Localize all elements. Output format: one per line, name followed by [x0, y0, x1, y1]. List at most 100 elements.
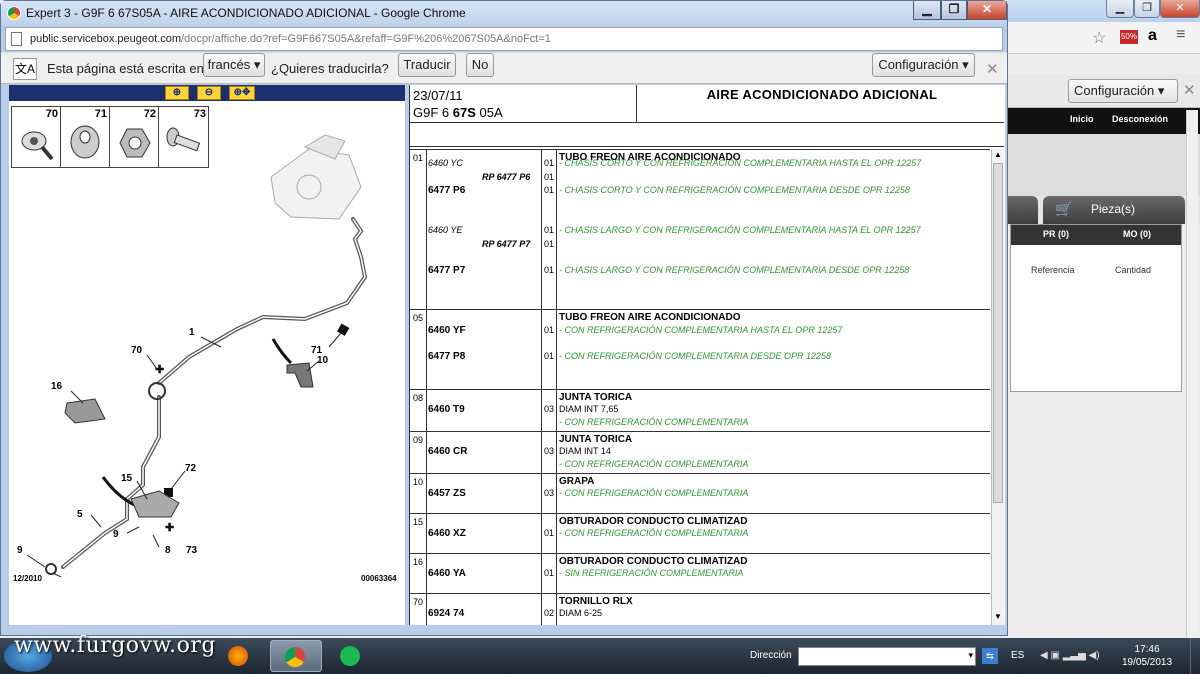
part-reference[interactable]: 6477 P6	[428, 185, 465, 196]
clock[interactable]: 17:46 19/05/2013	[1122, 643, 1172, 669]
clock-date: 19/05/2013	[1122, 657, 1173, 668]
part-reference[interactable]: 6457 ZS	[428, 488, 466, 499]
address-toolbar-input[interactable]: ▾	[798, 647, 976, 666]
pr-header[interactable]: PR (0)	[1043, 229, 1069, 239]
chrome-task[interactable]	[270, 640, 322, 672]
tab-piezas[interactable]: 🛒 Pieza(s)	[1043, 196, 1185, 224]
part-description: - CHASIS CORTO Y CON REFRIGERACIÓN COMPL…	[559, 158, 922, 168]
nav-desconexion-link[interactable]: Desconexión	[1112, 114, 1168, 124]
url-text[interactable]: public.servicebox.peugeot.com/docpr/affi…	[30, 33, 551, 45]
part-description: - SIN REFRIGERACIÓN COMPLEMENTARIA	[559, 568, 744, 578]
spotify-task[interactable]	[326, 640, 378, 672]
zoom-pan-icon[interactable]: ⊕✥	[229, 86, 255, 100]
nav-inicio-link[interactable]: Inicio	[1070, 114, 1094, 124]
address-toolbar-label: Dirección	[750, 650, 792, 661]
group-number: 09	[413, 435, 424, 445]
part-reference[interactable]: 6460 CR	[428, 446, 467, 457]
firefox-task[interactable]	[214, 640, 266, 672]
part-16-cap	[64, 398, 106, 424]
zoom-in-icon[interactable]: ⊕	[165, 86, 189, 100]
background-titlebar: ▁ ❐ ✕	[1008, 0, 1200, 22]
zoom-toolbar: ⊕ ⊖ ⊕✥	[9, 85, 405, 101]
go-icon[interactable]: ⇆	[982, 648, 998, 664]
exploded-diagram: ✚ ✚ 71 1 70 10 16 15 72 9 8 73 5 9	[17, 134, 368, 577]
part-reference[interactable]: 6477 P8	[428, 351, 465, 362]
language-indicator[interactable]: ES	[1011, 650, 1024, 661]
part-quantity: 02	[544, 608, 555, 618]
language-select[interactable]: francés ▾	[203, 53, 265, 77]
address-bar[interactable]: public.servicebox.peugeot.com/docpr/affi…	[5, 27, 1003, 51]
translate-button[interactable]: Traducir	[398, 53, 456, 77]
part-quantity: 01	[544, 568, 555, 578]
watermark-text: www.furgovw.org	[14, 633, 217, 658]
part-reference[interactable]: 6460 XZ	[428, 528, 466, 539]
popup-browser-window: Expert 3 - G9F 6 67S05A - AIRE ACONDICIO…	[0, 0, 1008, 636]
svg-text:✚: ✚	[165, 522, 174, 534]
part-quantity: 01	[544, 325, 555, 335]
bg-maximize-button[interactable]: ❐	[1134, 0, 1160, 18]
background-spacer	[1008, 134, 1200, 196]
callout-10: 10	[317, 355, 329, 366]
clip-71-marker	[337, 323, 350, 336]
part-group[interactable]: 15 OBTURADOR CONDUCTO CLIMATIZAD 6460 XZ 01…	[410, 513, 990, 554]
amazon-icon[interactable]: a	[1148, 27, 1157, 45]
callout-15: 15	[121, 473, 133, 484]
part-reference[interactable]: 6924 74	[428, 608, 464, 619]
group-number: 05	[413, 313, 424, 323]
scroll-up-icon[interactable]: ▲	[994, 150, 1002, 159]
part-group[interactable]: 16 OBTURADOR CONDUCTO CLIMATIZAD 6460 YA 01…	[410, 553, 990, 594]
part-group[interactable]: 05 TUBO FREON AIRE ACONDICIONADO 6460 YF 01…	[410, 309, 990, 390]
background-translate-bar: Configuración ▾ ✕	[1008, 74, 1200, 108]
part-reference[interactable]: 6460 YC	[428, 158, 463, 168]
bg-tab-left[interactable]	[1008, 196, 1038, 224]
bg-config-button[interactable]: Configuración ▾	[1068, 79, 1178, 103]
tab-piezas-label: Pieza(s)	[1091, 202, 1136, 216]
extension-50-icon[interactable]: 50%	[1120, 30, 1138, 44]
part-group[interactable]: 70 TORNILLO RLX 6924 74 02 DIAM 6-25	[410, 593, 990, 625]
menu-icon[interactable]: ≡	[1176, 26, 1185, 44]
part-reference[interactable]: 6477 P7	[428, 265, 465, 276]
part-reference[interactable]: 6460 YE	[428, 225, 462, 235]
bg-minimize-button[interactable]: ▁	[1106, 0, 1134, 18]
chrome-icon	[7, 6, 21, 20]
translate-bar: 文A Esta página está escrita en francés ▾…	[1, 52, 1007, 84]
part-description: - CON REFRIGERACIÓN COMPLEMENTARIA	[559, 417, 749, 427]
part-description: - CON REFRIGERACIÓN COMPLEMENTARIA	[559, 528, 749, 538]
background-scrollbar[interactable]	[1186, 110, 1198, 638]
part-group[interactable]: 09 JUNTA TORICA 6460 CR 03 DIAM INT 14 - CON …	[410, 431, 990, 474]
no-button[interactable]: No	[466, 53, 494, 77]
star-icon[interactable]: ☆	[1092, 28, 1106, 48]
scroll-down-icon[interactable]: ▼	[994, 612, 1002, 621]
catalogue-scrollbar[interactable]: ▲ ▼	[991, 149, 1004, 625]
close-button[interactable]: ✕	[967, 1, 1007, 20]
bg-close-button[interactable]: ✕	[1160, 0, 1200, 18]
show-desktop-button[interactable]	[1190, 638, 1200, 674]
bg-close-translate-icon[interactable]: ✕	[1183, 81, 1196, 99]
tray-icons[interactable]: ◀ ▣ ▂▃▅ ◀)	[1040, 650, 1100, 661]
maximize-button[interactable]: ❐	[941, 1, 967, 20]
zoom-out-icon[interactable]: ⊖	[197, 86, 221, 100]
parts-panel-header: PR (0) MO (0)	[1011, 225, 1181, 245]
diagram-date-code: 12/2010	[13, 574, 42, 583]
scroll-thumb[interactable]	[993, 163, 1003, 503]
part-group[interactable]: 01 TUBO FREON AIRE ACONDICIONADO 6460 YC 01…	[410, 149, 990, 310]
parts-table: 01 TUBO FREON AIRE ACONDICIONADO 6460 YC 01…	[410, 149, 990, 625]
catalogue-pane: 23/07/11 G9F 6 67S 05A AIRE ACONDICIONAD…	[409, 85, 1005, 625]
part-reference[interactable]: 6460 T9	[428, 404, 465, 415]
minimize-button[interactable]: ▁	[913, 1, 941, 20]
part-reference[interactable]: 6460 YF	[428, 325, 466, 336]
group-title: TUBO FREON AIRE ACONDICIONADO	[559, 312, 741, 323]
catalogue-date: 23/07/11	[413, 88, 463, 103]
part-description: DIAM INT 14	[559, 446, 611, 456]
background-nav-bar: Inicio Desconexión	[1008, 108, 1200, 134]
callout-72: 72	[185, 463, 197, 474]
part-group[interactable]: 08 JUNTA TORICA 6460 T9 03 DIAM INT 7,65 - CO…	[410, 389, 990, 432]
mo-header[interactable]: MO (0)	[1123, 229, 1151, 239]
part-reference[interactable]: RP 6477 P7	[482, 239, 530, 249]
translate-icon: 文A	[13, 58, 37, 80]
part-reference[interactable]: RP 6477 P6	[482, 172, 530, 182]
close-translate-icon[interactable]: ✕	[986, 60, 999, 78]
config-button[interactable]: Configuración ▾	[872, 53, 975, 77]
part-group[interactable]: 10 GRAPA 6457 ZS 03 - CON REFRIGERACIÓN COMP…	[410, 473, 990, 514]
part-reference[interactable]: 6460 YA	[428, 568, 466, 579]
